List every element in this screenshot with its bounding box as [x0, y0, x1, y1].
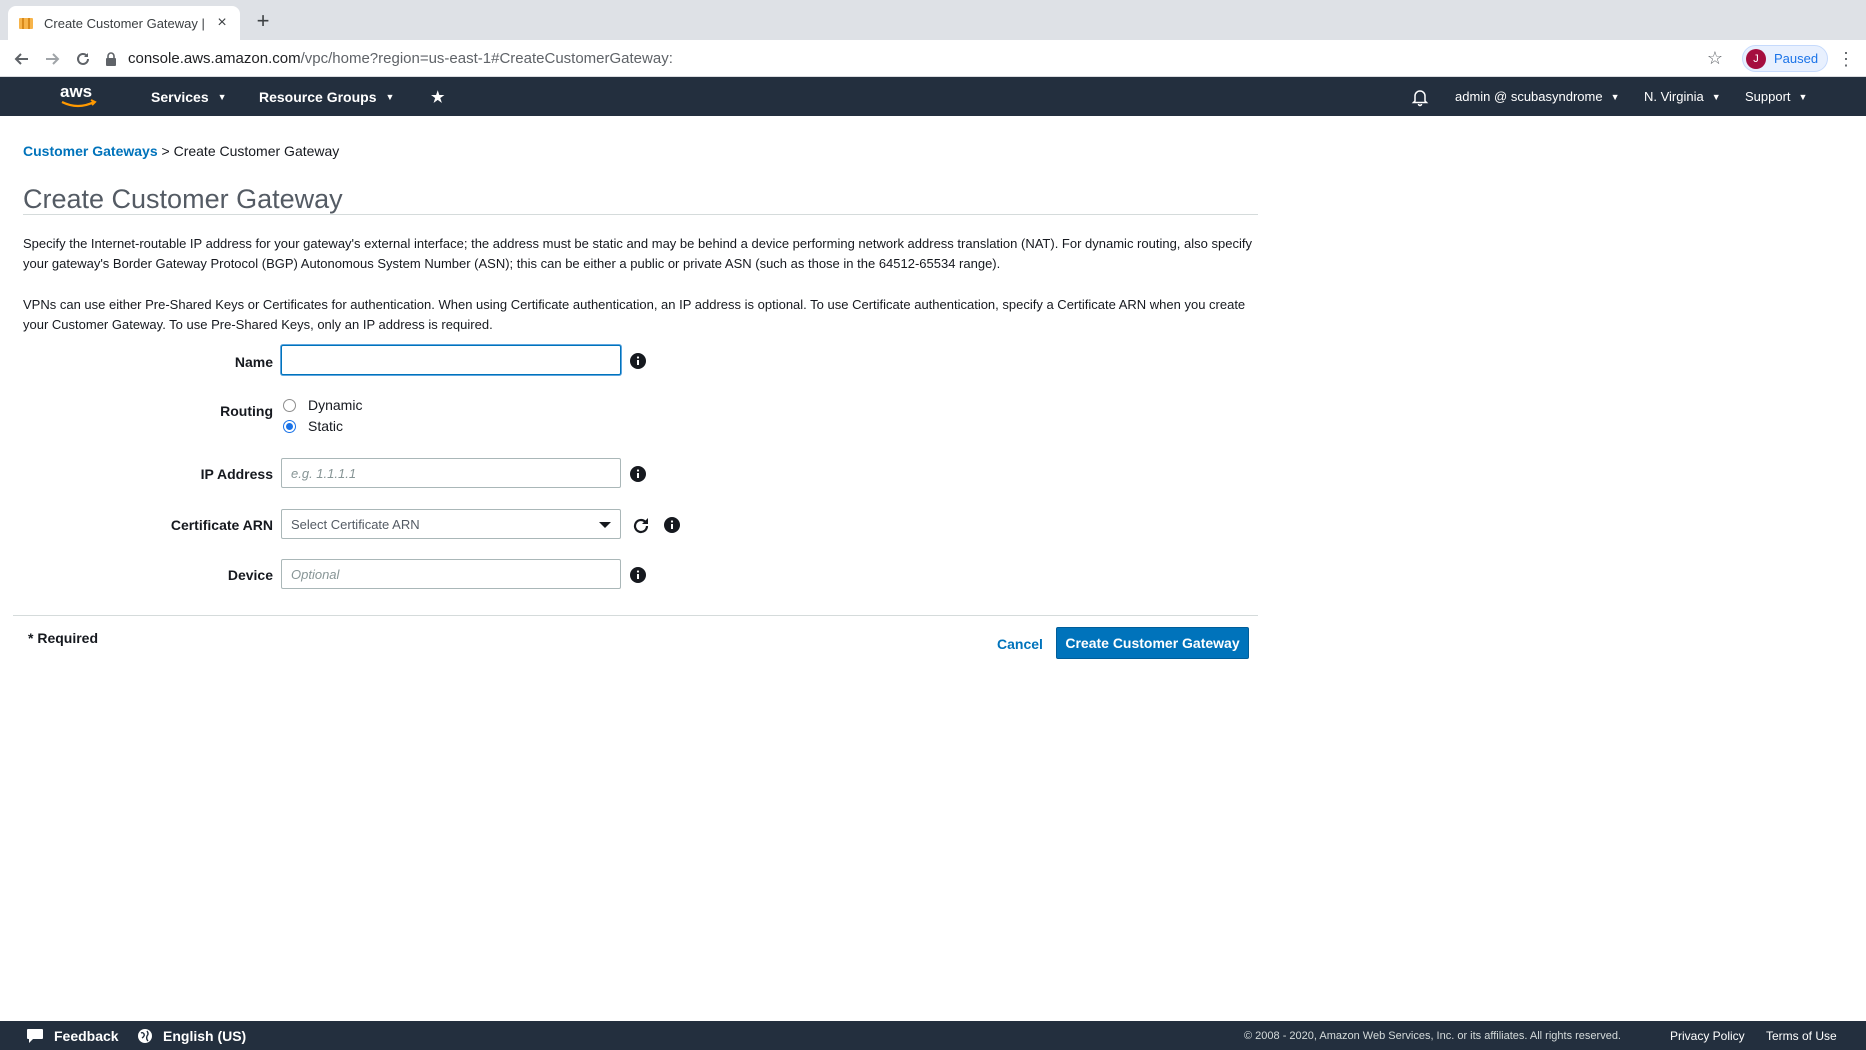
breadcrumb-current: Create Customer Gateway [173, 143, 340, 159]
resource-groups-label: Resource Groups [259, 88, 377, 105]
device-input[interactable] [281, 559, 621, 589]
radio-static[interactable] [283, 419, 296, 433]
account-menu[interactable]: admin @ scubasyndrome ▼ [1455, 77, 1620, 116]
device-label: Device [227, 567, 273, 583]
description-paragraph-2: VPNs can use either Pre-Shared Keys or C… [23, 297, 1246, 332]
copyright-text: © 2008 - 2020, Amazon Web Services, Inc.… [1244, 1029, 1621, 1042]
privacy-policy-link[interactable]: Privacy Policy [1670, 1021, 1745, 1050]
routing-option-label: Dynamic [308, 397, 363, 413]
required-note: * Required [28, 630, 99, 646]
address-bar[interactable]: console.aws.amazon.com/vpc/home?region=u… [104, 44, 1744, 73]
support-label: Support [1745, 89, 1791, 104]
breadcrumb: Customer Gateways > Create Customer Gate… [23, 143, 339, 159]
form-divider [13, 615, 1258, 616]
new-tab-button[interactable]: + [252, 10, 274, 32]
tab-title: Create Customer Gateway | VP [44, 15, 208, 31]
region-menu[interactable]: N. Virginia ▼ [1644, 77, 1721, 116]
routing-label: Routing [220, 403, 273, 419]
language-selector[interactable]: English (US) [137, 1021, 246, 1050]
browser-toolbar: console.aws.amazon.com/vpc/home?region=u… [0, 40, 1866, 77]
region-label: N. Virginia [1644, 89, 1704, 104]
aws-navbar: aws Services ▼ Resource Groups ▼ ★ admin… [0, 77, 1866, 116]
forward-icon[interactable] [40, 47, 64, 71]
ip-address-input[interactable] [281, 458, 621, 488]
routing-option-label: Static [308, 418, 344, 434]
avatar: J [1746, 48, 1766, 69]
aws-logo-icon[interactable]: aws [58, 82, 100, 110]
feedback-label: Feedback [54, 1027, 119, 1044]
chevron-down-icon: ▼ [217, 91, 227, 102]
resource-groups-menu[interactable]: Resource Groups ▼ [259, 77, 394, 116]
browser-menu-icon[interactable]: ⋮ [1836, 48, 1856, 70]
certificate-arn-label: Certificate ARN [170, 517, 273, 533]
chevron-down-icon: ▼ [1711, 91, 1721, 102]
aws-favicon-icon [19, 18, 33, 29]
url-host: console.aws.amazon.com [128, 50, 301, 67]
info-icon[interactable] [630, 466, 646, 482]
language-label: English (US) [163, 1027, 247, 1044]
caret-down-icon [599, 522, 611, 528]
support-menu[interactable]: Support ▼ [1745, 77, 1807, 116]
routing-option-static[interactable]: Static [283, 418, 343, 434]
pin-icon[interactable]: ★ [431, 77, 444, 116]
title-divider [23, 214, 1258, 215]
bell-icon[interactable] [1410, 87, 1430, 107]
lock-icon [106, 51, 116, 66]
create-customer-gateway-button[interactable]: Create Customer Gateway [1056, 627, 1249, 659]
terms-of-use-link[interactable]: Terms of Use [1766, 1021, 1837, 1050]
ip-address-label: IP Address [200, 466, 273, 482]
tab-close-icon[interactable]: × [214, 14, 230, 32]
back-icon[interactable] [10, 47, 34, 71]
services-menu[interactable]: Services ▼ [151, 77, 227, 116]
page-title: Create Customer Gateway [23, 184, 343, 214]
name-input[interactable] [281, 345, 621, 375]
routing-option-dynamic[interactable]: Dynamic [283, 397, 362, 413]
browser-tab[interactable]: Create Customer Gateway | VP × [8, 6, 240, 40]
speech-bubble-icon [27, 1028, 43, 1043]
reload-icon[interactable] [71, 47, 95, 71]
name-label: Name [234, 354, 273, 370]
info-icon[interactable] [630, 567, 646, 583]
chevron-down-icon: ▼ [1798, 91, 1808, 102]
profile-status: Paused [1774, 51, 1819, 66]
info-icon[interactable] [630, 353, 646, 369]
info-icon[interactable] [664, 517, 680, 533]
footer: Feedback English (US) © 2008 - 2020, Ama… [0, 1021, 1866, 1050]
breadcrumb-customer-gateways-link[interactable]: Customer Gateways [23, 143, 158, 159]
certificate-arn-select[interactable]: Select Certificate ARN [281, 509, 621, 539]
bookmark-star-icon[interactable]: ☆ [1704, 48, 1726, 70]
feedback-button[interactable]: Feedback [26, 1021, 119, 1050]
services-label: Services [151, 88, 209, 105]
globe-icon [138, 1028, 152, 1043]
profile-button[interactable]: J Paused [1742, 45, 1828, 72]
refresh-icon[interactable] [631, 516, 651, 536]
chevron-down-icon: ▼ [385, 91, 395, 102]
certificate-arn-value: Select Certificate ARN [291, 516, 420, 532]
cancel-button[interactable]: Cancel [997, 636, 1043, 652]
chevron-down-icon: ▼ [1610, 91, 1620, 102]
aws-logo-text: aws [60, 82, 92, 101]
breadcrumb-separator: > [157, 143, 174, 159]
account-label: admin @ scubasyndrome [1455, 89, 1603, 104]
browser-tabstrip: Create Customer Gateway | VP × + [0, 0, 1866, 40]
radio-dynamic[interactable] [283, 398, 296, 412]
description-paragraph-1: Specify the Internet-routable IP address… [23, 236, 1252, 271]
url-path: /vpc/home?region=us-east-1#CreateCustome… [300, 50, 673, 67]
